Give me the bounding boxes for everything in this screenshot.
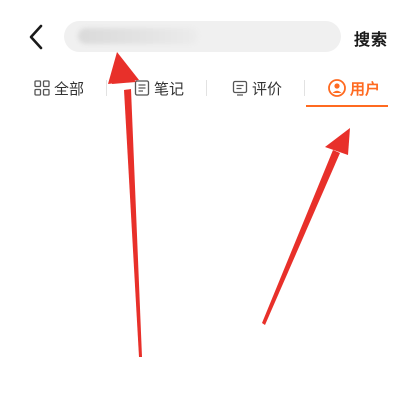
chevron-left-icon xyxy=(29,24,43,50)
search-header: 搜索 xyxy=(0,0,407,68)
comment-icon xyxy=(232,80,248,96)
tab-notes[interactable]: 笔记 xyxy=(134,74,184,102)
active-tab-indicator xyxy=(306,105,388,107)
results-area xyxy=(0,108,407,405)
tab-notes-label: 笔记 xyxy=(154,79,185,98)
tab-all-label: 全部 xyxy=(54,79,85,98)
tab-divider xyxy=(106,80,107,96)
search-input[interactable] xyxy=(64,21,341,52)
search-button[interactable]: 搜索 xyxy=(354,26,388,50)
tab-reviews[interactable]: 评价 xyxy=(232,74,282,102)
search-results-screen: 搜索 全部 笔记 评价 用户 xyxy=(0,0,407,405)
tab-users[interactable]: 用户 xyxy=(328,74,380,102)
search-query-blurred xyxy=(78,28,198,44)
tab-divider xyxy=(304,80,305,96)
tab-all[interactable]: 全部 xyxy=(34,74,84,102)
tab-users-label: 用户 xyxy=(350,79,381,98)
tab-reviews-label: 评价 xyxy=(252,79,283,98)
grid-icon xyxy=(34,80,50,96)
note-icon xyxy=(134,80,150,96)
tab-divider xyxy=(206,80,207,96)
back-button[interactable] xyxy=(22,18,52,56)
user-icon xyxy=(328,79,346,97)
result-tabs: 全部 笔记 评价 用户 xyxy=(0,68,407,108)
